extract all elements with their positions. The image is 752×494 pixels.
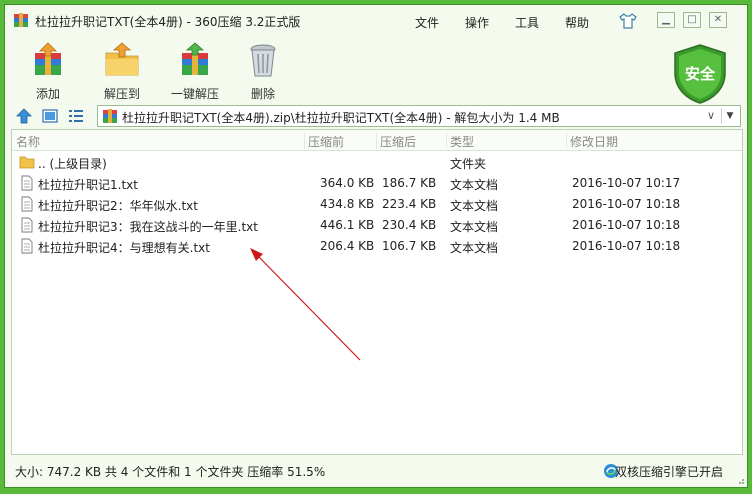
list-item[interactable]: 杜拉拉升职记2：华年似水.txt 434.8 KB 223.4 KB 文本文档 … (12, 194, 742, 215)
resize-grip-icon[interactable] (735, 475, 745, 485)
archive-app-icon (14, 13, 28, 27)
security-label: 安全 (684, 65, 715, 83)
file-type: 文本文档 (450, 199, 499, 213)
file-size: 364.0 KB (320, 176, 375, 190)
minimize-button[interactable]: ▁ (657, 12, 675, 28)
one-click-extract-icon (182, 42, 208, 75)
title-bar: 杜拉拉升职记TXT(全本4册) - 360压缩 3.2正式版 文件 操作 工具 … (5, 5, 747, 37)
file-packed-size: 186.7 KB (382, 176, 437, 190)
file-type: 文本文档 (450, 220, 499, 234)
menu-operation[interactable]: 操作 (465, 14, 489, 31)
window-title: 杜拉拉升职记TXT(全本4册) - 360压缩 3.2正式版 (35, 15, 301, 29)
column-type[interactable]: 类型 (450, 133, 474, 150)
archive-icon (103, 109, 117, 123)
extract-folder-icon (105, 42, 139, 76)
skin-shirt-icon[interactable] (619, 13, 637, 29)
text-file-icon (21, 196, 33, 212)
one-click-extract-button[interactable]: 一键解压 (162, 41, 228, 102)
menu-tools[interactable]: 工具 (515, 14, 539, 31)
list-item[interactable]: 杜拉拉升职记4：与理想有关.txt 206.4 KB 106.7 KB 文本文档… (12, 236, 742, 257)
add-button[interactable]: 添加 (18, 41, 78, 102)
file-size: 206.4 KB (320, 239, 375, 253)
file-date: 2016-10-07 10:17 (572, 176, 681, 190)
file-name: 杜拉拉升职记1.txt (38, 178, 138, 192)
security-shield-button[interactable]: 安全 (671, 43, 729, 105)
address-row: 杜拉拉升职记TXT(全本4册).zip\杜拉拉升职记TXT(全本4册) - 解包… (5, 103, 747, 129)
file-date: 2016-10-07 10:18 (572, 218, 681, 232)
text-file-icon (21, 238, 33, 254)
list-item-parent-dir[interactable]: .. (上级目录) 文件夹 (12, 152, 742, 173)
list-header: 名称 压缩前 压缩后 类型 修改日期 (12, 130, 742, 151)
menu-file[interactable]: 文件 (415, 14, 439, 31)
maximize-button[interactable]: □ (683, 12, 701, 28)
text-file-icon (21, 217, 33, 233)
file-size: 446.1 KB (320, 218, 375, 232)
menu-help[interactable]: 帮助 (565, 14, 589, 31)
file-name: 杜拉拉升职记2：华年似水.txt (38, 199, 198, 213)
close-button[interactable]: ✕ (709, 12, 727, 28)
thumbnail-view-icon[interactable] (41, 107, 59, 125)
column-name[interactable]: 名称 (16, 133, 40, 150)
extract-to-button[interactable]: 解压到 (92, 41, 152, 102)
file-type: 文本文档 (450, 241, 499, 255)
file-size: 434.8 KB (320, 197, 375, 211)
file-type: 文本文档 (450, 178, 499, 192)
status-bar: 大小: 747.2 KB 共 4 个文件和 1 个文件夹 压缩率 51.5% 双… (5, 455, 747, 487)
file-packed-size: 223.4 KB (382, 197, 437, 211)
file-packed-size: 106.7 KB (382, 239, 437, 253)
add-archive-icon (35, 42, 61, 75)
address-bar[interactable]: 杜拉拉升职记TXT(全本4册).zip\杜拉拉升职记TXT(全本4册) - 解包… (97, 105, 741, 127)
column-modified-date[interactable]: 修改日期 (570, 133, 618, 150)
folder-icon (19, 156, 35, 169)
app-window: 杜拉拉升职记TXT(全本4册) - 360压缩 3.2正式版 文件 操作 工具 … (4, 4, 748, 488)
file-name: 杜拉拉升职记3：我在这战斗的一年里.txt (38, 220, 258, 234)
file-list: 名称 压缩前 压缩后 类型 修改日期 .. (上级目录) 文件夹 杜拉拉升职记1… (11, 129, 743, 455)
status-summary: 大小: 747.2 KB 共 4 个文件和 1 个文件夹 压缩率 51.5% (15, 465, 326, 479)
file-packed-size: 230.4 KB (382, 218, 437, 232)
one-click-extract-label: 一键解压 (170, 87, 219, 101)
dropdown-arrow-icon[interactable]: ▼ (721, 108, 738, 124)
list-view-icon[interactable] (67, 107, 85, 125)
chevron-down-icon[interactable]: ∨ (704, 109, 718, 123)
file-date: 2016-10-07 10:18 (572, 239, 681, 253)
file-type: 文件夹 (450, 157, 487, 171)
list-item[interactable]: 杜拉拉升职记1.txt 364.0 KB 186.7 KB 文本文档 2016-… (12, 173, 742, 194)
file-date: 2016-10-07 10:18 (572, 197, 681, 211)
column-packed-size[interactable]: 压缩后 (380, 133, 416, 150)
file-name: 杜拉拉升职记4：与理想有关.txt (38, 241, 210, 255)
up-arrow-icon[interactable] (15, 107, 33, 125)
extract-to-label: 解压到 (103, 87, 140, 101)
add-label: 添加 (35, 87, 60, 101)
column-original-size[interactable]: 压缩前 (308, 133, 344, 150)
file-name: .. (上级目录) (38, 157, 107, 171)
engine-status: 双核压缩引擎已开启 (614, 465, 723, 479)
trash-bin-icon (250, 44, 276, 77)
address-path: 杜拉拉升职记TXT(全本4册).zip\杜拉拉升职记TXT(全本4册) - 解包… (122, 111, 560, 125)
delete-label: 删除 (250, 87, 275, 101)
list-item[interactable]: 杜拉拉升职记3：我在这战斗的一年里.txt 446.1 KB 230.4 KB … (12, 215, 742, 236)
delete-button[interactable]: 删除 (233, 41, 293, 102)
text-file-icon (21, 175, 33, 191)
